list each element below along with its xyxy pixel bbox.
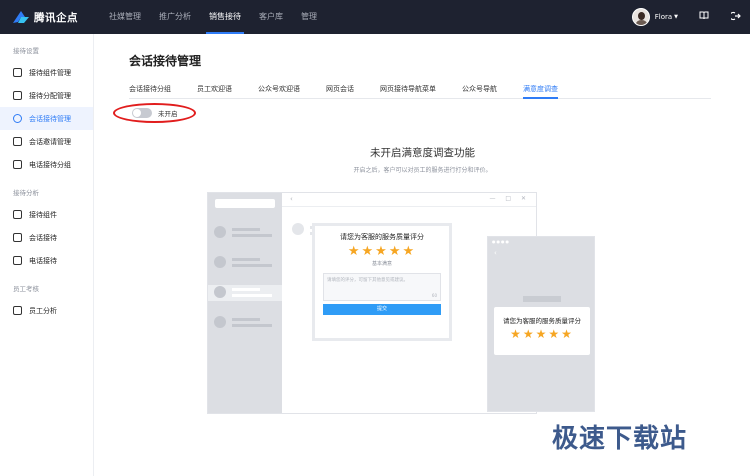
toggle-label: 未开启 — [158, 110, 178, 118]
comment-placeholder: 请填您的评分，可留下其他意见或建议。 — [327, 278, 408, 283]
phone-status-bar: ●●●● — [488, 237, 594, 247]
sidebar-item-label: 员工分析 — [29, 306, 57, 315]
empty-state-subtitle: 开启之后，客户可以对员工的服务进行打分和评价。 — [353, 167, 492, 174]
toggle-highlight: 未开启 — [113, 103, 196, 123]
allocation-icon — [13, 91, 22, 100]
watermark: 极速下载站 — [552, 424, 688, 454]
chat-avatar — [292, 223, 304, 235]
sidebar-item-widget-analysis[interactable]: 接待组件 — [0, 203, 93, 226]
tab-session-groups[interactable]: 会话接待分组 — [129, 81, 171, 99]
survey-toggle[interactable] — [132, 108, 152, 118]
nav-item-customer-base[interactable]: 客户库 — [250, 0, 292, 34]
book-icon[interactable] — [698, 11, 710, 23]
app-logo[interactable]: 腾讯企点 — [12, 10, 100, 25]
sidebar-item-phone-groups[interactable]: 电话接待分组 — [0, 153, 93, 176]
tab-satisfaction-survey[interactable]: 满意度调查 — [523, 81, 558, 99]
sidebar: 接待设置 接待组件管理 接待分配管理 会话接待管理 会话邀请管理 电话接待分组 … — [0, 34, 94, 476]
empty-state-title: 未开启满意度调查功能 — [370, 147, 475, 159]
sidebar-item-label: 电话接待 — [29, 256, 57, 265]
sidebar-item-session-management[interactable]: 会话接待管理 — [0, 107, 93, 130]
star-rating-icon: ★★★★★ — [347, 244, 417, 259]
window-search-box — [215, 199, 275, 208]
sidebar-item-allocation-management[interactable]: 接待分配管理 — [0, 84, 93, 107]
tab-web-session[interactable]: 网页会话 — [326, 81, 354, 99]
window-sidebar — [208, 193, 282, 413]
survey-card-title: 请您为客服的服务质量评分 — [340, 233, 424, 241]
report-icon — [13, 306, 22, 315]
tab-official-account-nav[interactable]: 公众号导航 — [462, 81, 497, 99]
top-right-area: Flora ▼ — [631, 0, 742, 34]
list-item — [214, 315, 276, 331]
phone-icon — [13, 256, 22, 265]
mobile-survey-title: 请您为客服的服务质量评分 — [503, 317, 581, 325]
sidebar-item-label: 接待组件管理 — [29, 68, 71, 77]
sidebar-item-phone-analysis[interactable]: 电话接待 — [0, 249, 93, 272]
char-counter: 60 — [431, 293, 437, 298]
chat-icon — [13, 233, 22, 242]
list-item — [214, 225, 276, 241]
list-item — [208, 285, 282, 301]
sidebar-item-widget-management[interactable]: 接待组件管理 — [0, 61, 93, 84]
tab-web-nav-menu[interactable]: 网页接待导航菜单 — [380, 81, 436, 99]
nav-item-sales-reception[interactable]: 销售接待 — [200, 0, 250, 34]
submit-button: 提交 — [323, 304, 441, 315]
top-navigation-bar: 腾讯企点 社媒管理 推广分析 销售接待 客户库 管理 Flora ▼ — [0, 0, 750, 34]
sidebar-group-title: 员工考核 — [13, 285, 39, 293]
logout-icon[interactable] — [729, 11, 742, 24]
tab-official-account-greeting[interactable]: 公众号欢迎语 — [258, 81, 300, 99]
nav-item-promotion-analysis[interactable]: 推广分析 — [150, 0, 200, 34]
sidebar-item-label: 会话邀请管理 — [29, 137, 71, 146]
list-item — [214, 255, 276, 271]
logo-text: 腾讯企点 — [34, 11, 78, 24]
username[interactable]: Flora — [655, 13, 672, 21]
tab-staff-greeting[interactable]: 员工欢迎语 — [197, 81, 232, 99]
window-header: ‹ — □ ✕ — [282, 193, 536, 207]
sidebar-item-session-analysis[interactable]: 会话接待 — [0, 226, 93, 249]
sidebar-item-staff-analysis[interactable]: 员工分析 — [0, 299, 93, 322]
mobile-survey-card: 请您为客服的服务质量评分 ★★★★★ — [494, 307, 590, 355]
star-rating-icon: ★★★★★ — [510, 327, 574, 341]
back-icon: ‹ — [290, 195, 293, 203]
phone-timestamp-bar — [523, 296, 561, 302]
sidebar-item-invitation-management[interactable]: 会话邀请管理 — [0, 130, 93, 153]
chat-icon — [13, 137, 22, 146]
sidebar-group-title: 接待设置 — [13, 47, 39, 55]
survey-illustration: ‹ — □ ✕ 请您为客服的服务质量评分 ★★★★★ 基本满意 请填您的评分，可… — [207, 192, 595, 414]
widget-icon — [13, 68, 22, 77]
signal-icon: ●●●● — [492, 239, 510, 244]
chevron-down-icon[interactable]: ▼ — [674, 14, 678, 20]
main-content: 会话接待管理 会话接待分组 员工欢迎语 公众号欢迎语 网页会话 网页接待导航菜单… — [95, 34, 750, 476]
sidebar-item-label: 接待分配管理 — [29, 91, 71, 100]
nav-item-social-media[interactable]: 社媒管理 — [100, 0, 150, 34]
sidebar-item-label: 接待组件 — [29, 210, 57, 219]
sidebar-item-label: 会话接待管理 — [29, 114, 71, 123]
avatar[interactable] — [631, 8, 650, 26]
phone-icon — [13, 160, 22, 169]
sidebar-item-label: 电话接待分组 — [29, 160, 71, 169]
window-controls-icon: — □ ✕ — [489, 195, 530, 202]
rating-label: 基本满意 — [371, 261, 392, 267]
logo-mark-icon — [12, 10, 30, 24]
nav-item-management[interactable]: 管理 — [292, 0, 326, 34]
headset-icon — [13, 114, 22, 123]
back-icon: ‹ — [494, 249, 497, 257]
main-nav: 社媒管理 推广分析 销售接待 客户库 管理 — [100, 0, 326, 34]
tab-bar: 会话接待分组 员工欢迎语 公众号欢迎语 网页会话 网页接待导航菜单 公众号导航 … — [129, 81, 711, 99]
sidebar-item-label: 会话接待 — [29, 233, 57, 242]
mobile-phone-illustration: ●●●● ‹ 请您为客服的服务质量评分 ★★★★★ — [487, 236, 595, 412]
comment-field: 请填您的评分，可留下其他意见或建议。 60 — [323, 273, 441, 301]
survey-card: 请您为客服的服务质量评分 ★★★★★ 基本满意 请填您的评分，可留下其他意见或建… — [312, 223, 452, 341]
page-title: 会话接待管理 — [129, 54, 202, 68]
sidebar-group-title: 接待分析 — [13, 189, 39, 197]
widget-icon — [13, 210, 22, 219]
